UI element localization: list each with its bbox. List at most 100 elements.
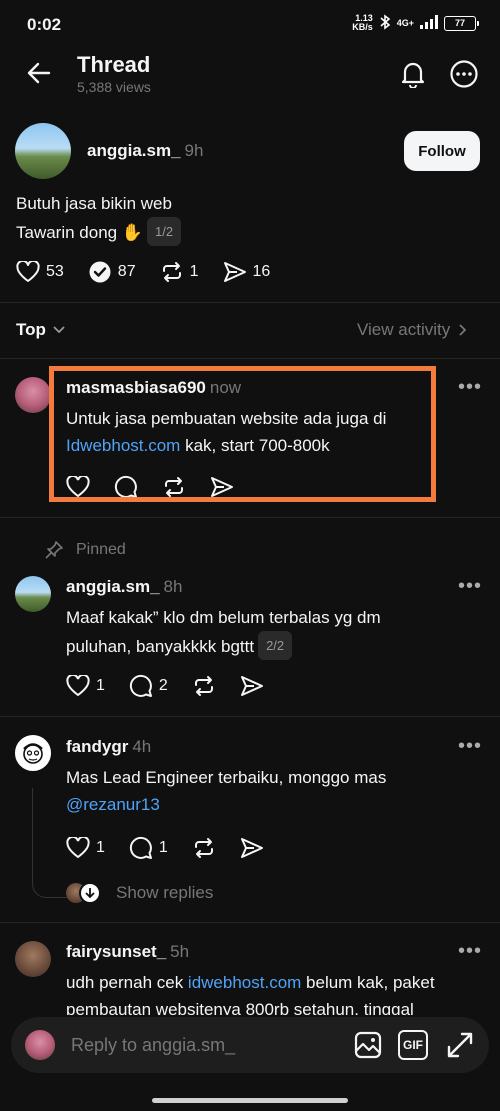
avatar[interactable]	[15, 377, 51, 413]
signal-icon	[420, 15, 438, 31]
page-title: Thread	[77, 52, 151, 77]
status-icons: 1.13 KB/s 4G+ 77	[352, 14, 479, 32]
reply-button[interactable]: 87	[88, 260, 136, 284]
view-activity-label: View activity	[357, 320, 451, 339]
sort-label: Top	[16, 320, 46, 339]
share-button[interactable]	[240, 837, 264, 859]
page-badge: 1/2	[147, 217, 182, 246]
heart-icon	[16, 261, 40, 282]
divider	[0, 517, 500, 518]
send-icon	[240, 838, 263, 858]
show-replies-link[interactable]: Show replies	[66, 882, 213, 904]
share-count: 16	[252, 263, 271, 280]
home-indicator[interactable]	[152, 1098, 348, 1103]
reply-text: udh pernah cek idwebhost.com belum kak, …	[66, 969, 486, 1015]
divider	[0, 922, 500, 923]
share-button[interactable]: 16	[223, 261, 271, 283]
like-button[interactable]: 1	[66, 837, 105, 859]
repost-button[interactable]	[192, 675, 216, 697]
repost-button[interactable]: 1	[160, 261, 199, 283]
highlight-box	[49, 366, 436, 502]
reply-time: 8h	[163, 577, 183, 596]
reply-header: fairysunset_ 5h	[66, 942, 189, 962]
page-badge: 2/2	[258, 631, 293, 660]
post-text-line: Tawarin dong ✋ 1/2	[16, 217, 182, 246]
chevron-right-icon	[459, 324, 467, 336]
more-options-icon[interactable]: •••	[458, 735, 482, 758]
post-username[interactable]: anggia.sm_	[87, 141, 181, 160]
expand-icon[interactable]	[444, 1029, 476, 1061]
repost-icon	[194, 838, 213, 858]
like-count: 1	[96, 839, 105, 856]
post-header: anggia.sm_ 9h	[87, 141, 203, 161]
send-icon	[240, 676, 263, 696]
reply-text-line: pembautan websitenya 800rb setahun, ting…	[66, 1000, 414, 1015]
net-speed: 1.13 KB/s	[352, 14, 373, 32]
repost-icon	[162, 262, 181, 282]
reply-actions: 1 1	[66, 836, 288, 860]
reply-time: 4h	[132, 737, 152, 756]
share-button[interactable]	[240, 675, 264, 697]
view-activity-link[interactable]: View activity	[357, 320, 467, 340]
comment-count: 2	[158, 677, 168, 694]
status-bar: 0:02 1.13 KB/s 4G+ 77	[0, 0, 500, 50]
comment-count: 1	[158, 839, 168, 856]
back-arrow-icon[interactable]	[22, 58, 56, 88]
reply-header: anggia.sm_ 8h	[66, 577, 182, 597]
more-options-icon[interactable]: •••	[458, 376, 482, 399]
like-button[interactable]: 53	[16, 261, 64, 283]
heart-icon	[66, 675, 90, 697]
reply-username[interactable]: fandygr	[66, 737, 128, 756]
reply-text-before: udh pernah cek	[66, 973, 188, 992]
comment-button[interactable]: 2	[129, 674, 168, 698]
show-replies-label: Show replies	[116, 883, 214, 902]
reply-text-line: Maaf kakak” klo dm belum terbalas yg dm	[66, 608, 381, 627]
reply-text-after: belum kak, paket	[301, 973, 435, 992]
sketch-face-icon	[23, 743, 43, 764]
reply-text-line2: puluhan, banyakkkk bgttt	[66, 637, 255, 656]
divider	[0, 358, 500, 359]
avatar[interactable]	[15, 941, 51, 977]
reply-text-line: puluhan, banyakkkk bgttt 2/2	[66, 631, 446, 660]
reply-text: Mas Lead Engineer terbaiku, monggo mas @…	[66, 764, 446, 818]
reply-username[interactable]: fairysunset_	[66, 942, 166, 961]
pinned-text: Pinned	[76, 541, 126, 558]
comment-button[interactable]: 1	[129, 836, 168, 860]
avatar[interactable]	[15, 576, 51, 612]
avatar[interactable]	[15, 735, 51, 771]
image-icon[interactable]	[352, 1029, 384, 1061]
avatar	[25, 1030, 55, 1060]
reply-input[interactable]: Reply to anggia.sm_	[71, 1035, 235, 1056]
more-options-icon[interactable]: •••	[458, 575, 482, 598]
post-text-line: Butuh jasa bikin web	[16, 194, 172, 213]
post-text-line2: Tawarin dong ✋	[16, 223, 144, 242]
repost-count: 1	[189, 263, 199, 280]
bell-icon[interactable]	[396, 57, 430, 91]
comment-icon	[129, 836, 152, 859]
more-options-icon[interactable]	[447, 57, 481, 91]
reply-count: 87	[117, 263, 136, 280]
arrow-down-circle-icon	[79, 882, 101, 904]
like-button[interactable]: 1	[66, 675, 105, 697]
reply-username[interactable]: anggia.sm_	[66, 577, 160, 596]
sort-dropdown[interactable]: Top	[16, 320, 66, 340]
reply-text: Maaf kakak” klo dm belum terbalas yg dm …	[66, 604, 446, 660]
mention-link[interactable]: @rezanur13	[66, 791, 446, 818]
website-link[interactable]: idwebhost.com	[188, 973, 301, 992]
gif-button[interactable]: GIF	[398, 1030, 428, 1060]
pin-icon	[45, 541, 63, 559]
reply-time: 5h	[170, 942, 190, 961]
view-count: 5,388 views	[77, 79, 151, 95]
repost-button[interactable]	[192, 837, 216, 859]
pinned-label: Pinned	[44, 540, 126, 560]
follow-button[interactable]: Follow	[404, 131, 480, 171]
battery-level: 77	[454, 17, 465, 28]
divider	[0, 716, 500, 717]
avatar[interactable]	[15, 123, 71, 179]
reply-avatars	[66, 882, 102, 904]
heart-icon	[66, 837, 90, 859]
status-time: 0:02	[27, 15, 62, 34]
like-count: 1	[96, 677, 105, 694]
more-options-icon[interactable]: •••	[458, 940, 482, 963]
bluetooth-icon	[379, 14, 391, 32]
